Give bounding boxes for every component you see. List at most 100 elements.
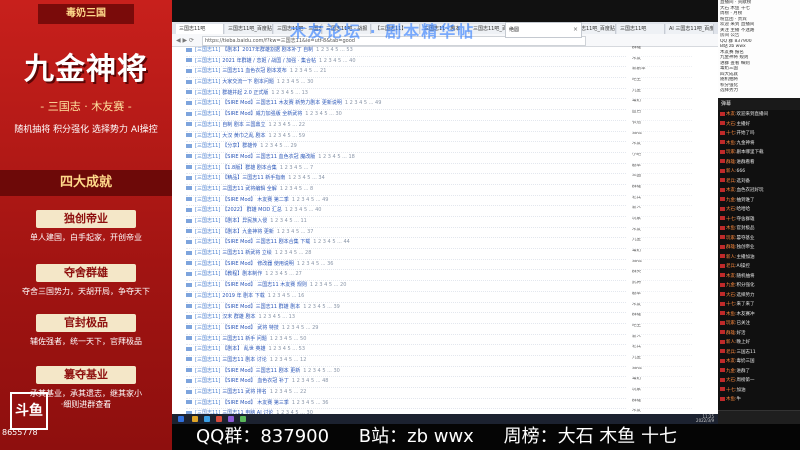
post-section[interactable]: [三国志11] [195, 165, 220, 171]
post-row[interactable]: [三国志11] 【SIRE Mod】 修改器 使用说明 1 2 3 4 5 ... … [186, 260, 626, 271]
post-title-link[interactable]: 【SIRE Mod】 修改器 使用说明 [222, 261, 294, 267]
post-author[interactable]: 木友 [632, 57, 692, 68]
chat-username[interactable]: 九金: [726, 369, 737, 374]
post-row[interactable]: [三国志11] 【SIRE Mod】三国志11 剧本 更新 1 2 3 4 5 ..… [186, 367, 626, 378]
post-title-link[interactable]: 三国志11 血色衣冠 剧本发布 [222, 68, 287, 74]
post-row[interactable]: [三国志11] 【SIRE Mod】三国志11 群雄 剧本 1 2 3 4 5 ..… [186, 303, 626, 314]
chat-username[interactable]: 木鱼: [726, 141, 737, 146]
post-author[interactable]: 小吧 [632, 153, 692, 164]
post-pages[interactable]: 1 2 3 4 5 ... 50 [270, 336, 307, 342]
post-author[interactable]: 毒奶 [632, 249, 692, 260]
post-row[interactable]: [三国志11] 【分享】群雄传 1 2 3 4 5 ... 29 [186, 142, 626, 153]
post-author[interactable]: 群雄 [632, 313, 692, 324]
post-row[interactable]: [三国志11] 【教程】剧本制作 1 2 3 4 5 ... 27 [186, 270, 626, 282]
post-section[interactable]: [三国志11] [195, 111, 220, 117]
post-row[interactable]: [三国志11] 三国志11 新手 问题 1 2 3 4 5 ... 50 [186, 335, 626, 346]
post-title-link[interactable]: 【SIRE Mod】 木友赛 第二季 [222, 197, 289, 203]
chat-username[interactable]: 木鱼: [726, 226, 737, 231]
post-section[interactable]: [三国志11] [195, 143, 220, 149]
post-pages[interactable]: 1 2 3 4 5 ... 40 [319, 58, 356, 64]
post-author[interactable]: 玩家 [632, 388, 692, 399]
post-pages[interactable]: 1 2 3 4 5 ... 7 [280, 165, 313, 171]
post-section[interactable]: [三国志11] [195, 293, 220, 299]
post-pages[interactable]: 1 2 3 4 5 ... 30 [303, 368, 340, 374]
post-title-link[interactable]: 【SIRE Mod】 三国志11 木友赛 规则 [222, 282, 307, 288]
explorer-icon[interactable] [192, 416, 198, 422]
post-section[interactable]: [三国志11] [195, 47, 220, 53]
post-author[interactable]: 吧主 [632, 324, 692, 335]
post-row[interactable]: [三国志11] 三国志11 武将 排名 1 2 3 4 5 ... 22 [186, 388, 626, 399]
chat-username[interactable]: 玩家: [726, 150, 737, 155]
post-section[interactable]: [三国志11] [195, 250, 220, 256]
chat-username[interactable]: 十七: [726, 388, 737, 393]
chat-username[interactable]: 九金: [726, 198, 737, 203]
post-author[interactable]: 九金 [632, 356, 692, 367]
post-author[interactable]: 木友 [632, 142, 692, 153]
post-pages[interactable]: 1 2 3 4 5 ... 59 [268, 133, 305, 139]
post-pages[interactable]: 1 2 3 4 5 ... 30 [305, 111, 342, 117]
close-icon[interactable]: × [573, 23, 578, 37]
post-title-link[interactable]: 【SIRE Mod】 血色衣冠 补丁 [222, 378, 289, 384]
post-pages[interactable]: 1 2 3 4 5 ... 34 [288, 175, 325, 181]
post-author[interactable]: 新剧本 [632, 67, 692, 79]
post-pages[interactable]: 1 2 3 4 5 ... 36 [297, 261, 334, 267]
post-row[interactable]: [三国志11] 【2022】 群雄 MOD 汇总 1 2 3 4 5 ... 40 [186, 206, 626, 217]
post-author[interactable]: 木友 [632, 228, 692, 239]
post-title-link[interactable]: 【SIRE Mod】三国志11 群雄 剧本 [222, 304, 300, 310]
post-title-link[interactable]: 【SIRE Mod】三国志11 血色衣冠 魔改版 [222, 154, 315, 160]
chat-input[interactable] [718, 410, 800, 424]
post-pages[interactable]: 1 2 3 4 5 ... 49 [292, 197, 329, 203]
post-pages[interactable]: 1 2 3 4 5 ... 40 [285, 207, 322, 213]
post-pages[interactable]: 1 2 3 4 5 ... 49 [345, 100, 382, 106]
post-author[interactable]: 血色 [632, 110, 692, 121]
app-icon[interactable] [228, 416, 234, 422]
post-row[interactable]: [三国志11] 【SIRE Mod】 武将 特技 1 2 3 4 5 ... 29 [186, 324, 626, 335]
post-pages[interactable]: 1 2 3 4 5 ... 22 [268, 122, 305, 128]
post-row[interactable]: [三国志11] 【剧本】九金神将 更新 1 2 3 4 5 ... 37 [186, 228, 626, 239]
post-section[interactable]: [三国志11] [195, 68, 220, 74]
post-section[interactable]: [三国志11] [195, 186, 220, 192]
browser-tab[interactable]: 三国志11吧 [617, 24, 665, 34]
browser-tab[interactable]: 三国志11吧_百度贴吧 [225, 24, 273, 34]
post-author[interactable]: SIRE [632, 132, 692, 143]
post-title-link[interactable]: 【SIRE Mod】 武将 特技 [222, 325, 279, 331]
post-author[interactable]: 毒奶 [632, 377, 692, 388]
chat-username[interactable]: 大石: [726, 378, 737, 383]
post-row[interactable]: [三国志11] 【1.8版】群雄 剧本合集 1 2 3 4 5 ... 7 [186, 164, 626, 175]
post-row[interactable]: [三国志11] 【SIRE Mod】三国志11 剧本合集 下载 1 2 3 4 5 … [186, 238, 626, 250]
chat-username[interactable]: 新人: [726, 255, 737, 260]
post-author[interactable]: 衣冠 [632, 121, 692, 132]
post-pages[interactable]: 1 2 3 4 5 ... 21 [290, 68, 327, 74]
post-row[interactable]: [三国志11] 群雄并起 2.0 正式版 1 2 3 4 5 ... 13 [186, 89, 626, 100]
post-row[interactable]: [三国志11] 【SIRE Mod】 木友赛 第三季 1 2 3 4 5 ... 3… [186, 399, 626, 410]
chat-username[interactable]: 木友: [726, 188, 737, 193]
post-title-link[interactable]: 汉末 群雄 剧本 [222, 314, 255, 320]
post-pages[interactable]: 1 2 3 4 5 ... 20 [310, 282, 347, 288]
post-section[interactable]: [三国志11] [195, 90, 220, 96]
post-pages[interactable]: 1 2 3 4 5 ... 27 [265, 271, 302, 277]
chat-username[interactable]: 十七: [726, 217, 737, 222]
post-author[interactable]: SIRE [632, 260, 692, 271]
post-author[interactable]: 新人 [632, 206, 692, 217]
post-pages[interactable]: 1 2 3 4 5 ... 22 [270, 389, 307, 395]
post-author[interactable]: 新人 [632, 335, 692, 346]
app-icon[interactable] [240, 416, 246, 422]
post-title-link[interactable]: 大家交流一下 剧本问题 [222, 79, 274, 85]
browser-tab[interactable]: Al 三国志11吧_百度贴吧 [666, 24, 714, 34]
chat-username[interactable]: 老兵: [726, 264, 737, 269]
browser-tab[interactable]: 三国志11吧 [176, 24, 224, 34]
post-row[interactable]: [三国志11] 三国志11 新武将 立绘 1 2 3 4 5 ... 28 [186, 249, 626, 260]
post-row[interactable]: [三国志11] 2021 年群雄 / 恋姬 / 战国 / 加强 · 集合帖 1 2 … [186, 57, 626, 68]
chat-username[interactable]: 木友: [726, 359, 737, 364]
chat-username[interactable]: 新人: [726, 340, 737, 345]
post-title-link[interactable]: 大汉 黄巾之乱 剧本 [222, 133, 265, 139]
chat-username[interactable]: 玩家: [726, 321, 737, 326]
post-row[interactable]: [三国志11] 2019 年 剧本 下载 1 2 3 4 5 ... 16 [186, 292, 626, 303]
post-section[interactable]: [三国志11] [195, 207, 220, 213]
chat-username[interactable]: 大石: [726, 293, 737, 298]
post-title-link[interactable]: 【SIRE Mod】三国志11 剧本 更新 [222, 368, 300, 374]
chat-username[interactable]: 十七: [726, 302, 737, 307]
chat-username[interactable]: 木友: [726, 274, 737, 279]
post-title-link[interactable]: 三国志11 武将 排名 [222, 389, 267, 395]
post-section[interactable]: [三国志11] [195, 133, 220, 139]
